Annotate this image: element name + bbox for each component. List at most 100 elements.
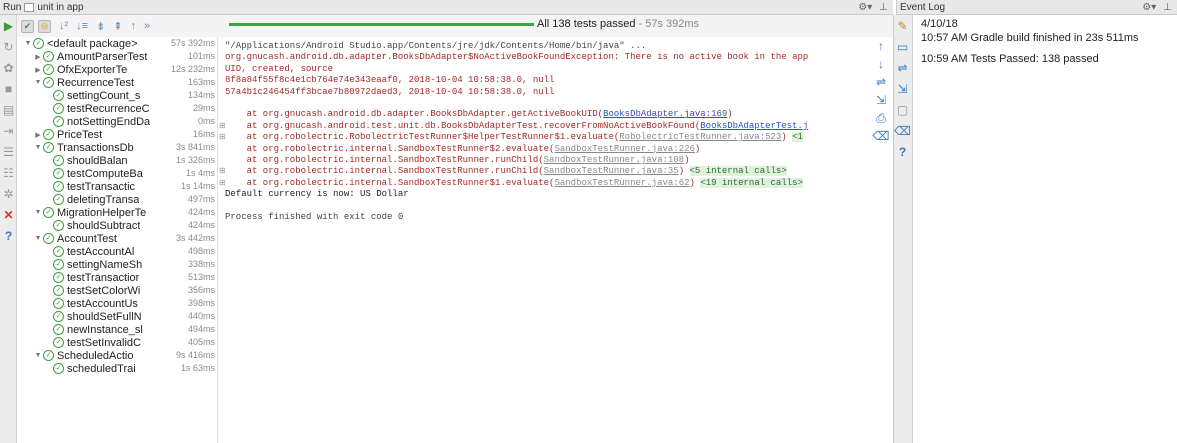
event-settings-icon[interactable]: ⚙▾ xyxy=(1142,2,1156,13)
expand-right-icon[interactable]: ▶ xyxy=(33,53,43,61)
source-link[interactable]: BooksDbAdapter.java:169 xyxy=(603,109,727,119)
test-node[interactable]: ▼ ✓ MigrationHelperTe 424ms xyxy=(17,206,217,219)
close-icon[interactable]: ✕ xyxy=(0,204,17,225)
console-text: at org.gnucash.android.test.unit.db.Book… xyxy=(225,120,701,131)
fold-icon[interactable]: ⊞ xyxy=(219,166,226,175)
test-history-icon[interactable]: ☷ xyxy=(0,162,17,183)
source-link[interactable]: SandboxTestRunner.java:108 xyxy=(544,155,684,165)
test-node[interactable]: ✓ notSettingEndDa 0ms xyxy=(17,115,217,128)
test-node[interactable]: ▼ ✓ ScheduledActio 9s 416ms xyxy=(17,349,217,362)
event-help-icon[interactable]: ? xyxy=(894,141,911,162)
expand-down-icon[interactable]: ▼ xyxy=(33,235,43,242)
show-ignored-toggle[interactable]: ⊖ xyxy=(38,19,51,33)
test-node[interactable]: ▶ ✓ AmountParserTest 101ms xyxy=(17,50,217,63)
source-link[interactable]: SandboxTestRunner.java:226 xyxy=(554,144,694,154)
up-arrow-icon[interactable]: ↑ xyxy=(878,37,884,55)
config-icon xyxy=(24,2,35,12)
hide-panel-icon[interactable]: ⊥ xyxy=(879,2,888,13)
sort-duration-icon[interactable]: ↓≡ xyxy=(76,20,88,32)
trash-icon[interactable]: ⌫ xyxy=(873,127,890,145)
soft-wrap-icon[interactable]: ⇌ xyxy=(876,73,886,91)
event-date: 4/10/18 xyxy=(921,18,958,30)
test-name: shouldBalan xyxy=(67,154,128,167)
test-node[interactable]: ✓ shouldSetFullN 440ms xyxy=(17,310,217,323)
passed-check-icon: ✓ xyxy=(53,363,64,374)
test-duration: 3s 841ms xyxy=(173,142,215,152)
test-node[interactable]: ✓ shouldSubtract 424ms xyxy=(17,219,217,232)
test-node[interactable]: ✓ testAccountAl 498ms xyxy=(17,245,217,258)
fold-icon[interactable]: ⊞ xyxy=(219,132,226,141)
test-node[interactable]: ✓ shouldBalan 1s 326ms xyxy=(17,154,217,167)
more-icon[interactable]: » xyxy=(144,20,150,32)
scroll-icon[interactable]: ⇲ xyxy=(894,78,911,99)
event-hide-icon[interactable]: ⊥ xyxy=(1163,2,1172,13)
gradle-icon[interactable]: ✿ xyxy=(0,57,17,78)
pin-icon[interactable]: ☰ xyxy=(0,141,17,162)
fold-icon[interactable]: ⊞ xyxy=(219,178,226,187)
print-icon[interactable]: ⎙ xyxy=(876,109,886,127)
expand-down-icon[interactable]: ▼ xyxy=(33,79,43,86)
test-node[interactable]: ✓ settingCount_s 134ms xyxy=(17,89,217,102)
test-node[interactable]: ✓ testTransactior 513ms xyxy=(17,271,217,284)
pin-tab-icon[interactable]: ✲ xyxy=(0,183,17,204)
test-node[interactable]: ✓ scheduledTrai 1s 63ms xyxy=(17,362,217,375)
test-node[interactable]: ▼ ✓ TransactionsDb 3s 841ms xyxy=(17,141,217,154)
console-text: 8f8a84f55f8c4e1cb764e74e343eaaf0, 2018-1… xyxy=(225,75,555,86)
passed-check-icon: ✓ xyxy=(53,337,64,348)
expand-down-icon[interactable]: ▼ xyxy=(23,40,33,47)
test-node[interactable]: ✓ testSetColorWi 356ms xyxy=(17,284,217,297)
show-passed-toggle[interactable]: ✔ xyxy=(21,19,34,33)
test-node[interactable]: ▶ ✓ OfxExporterTe 12s 232ms xyxy=(17,63,217,76)
source-link[interactable]: RobolectricTestRunner.java:523 xyxy=(619,132,781,142)
test-duration: 1s 63ms xyxy=(178,363,215,373)
layout-icon[interactable]: ▤ xyxy=(0,99,17,120)
internal-calls[interactable]: <1 xyxy=(792,132,803,143)
previous-icon[interactable]: ↑ xyxy=(131,20,137,32)
scroll-end-icon[interactable]: ⇲ xyxy=(876,91,886,109)
internal-calls[interactable]: <5 internal calls> xyxy=(689,166,787,177)
test-node[interactable]: ✓ deletingTransa 497ms xyxy=(17,193,217,206)
test-node[interactable]: ✓ settingNameSh 338ms xyxy=(17,258,217,271)
test-node[interactable]: ▼ ✓ RecurrenceTest 163ms xyxy=(17,76,217,89)
event-log: 4/10/18 10:57 AM Gradle build finished i… xyxy=(921,17,1177,66)
message-icon[interactable]: ▭ xyxy=(894,36,911,57)
test-node[interactable]: ▼ ✓ <default package> 57s 392ms xyxy=(17,37,217,50)
expand-right-icon[interactable]: ▶ xyxy=(33,66,43,74)
test-node[interactable]: ✓ testRecurrenceC 29ms xyxy=(17,102,217,115)
test-node[interactable]: ✓ testComputeBa 1s 4ms xyxy=(17,167,217,180)
test-node[interactable]: ✓ testAccountUs 398ms xyxy=(17,297,217,310)
stop-icon[interactable]: ■ xyxy=(0,78,17,99)
test-node[interactable]: ✓ testTransactic 1s 14ms xyxy=(17,180,217,193)
test-name: testComputeBa xyxy=(67,167,143,180)
expand-down-icon[interactable]: ▼ xyxy=(33,144,43,151)
sort-alpha-icon[interactable]: ↓² xyxy=(59,20,68,32)
expand-down-icon[interactable]: ▼ xyxy=(33,352,43,359)
console-line: Process finished with exit code 0 xyxy=(225,212,869,223)
clear-icon[interactable]: ⌫ xyxy=(894,120,911,141)
restore-layout-icon[interactable]: ⇥ xyxy=(0,120,17,141)
internal-calls[interactable]: <19 internal calls> xyxy=(700,177,803,188)
source-link[interactable]: BooksDbAdapterTest.j xyxy=(700,121,808,131)
down-arrow-icon[interactable]: ↓ xyxy=(878,55,884,73)
test-node[interactable]: ✓ testSetInvalidC 405ms xyxy=(17,336,217,349)
help-icon[interactable]: ? xyxy=(0,225,17,246)
test-duration: 57s 392ms xyxy=(168,38,215,48)
source-link[interactable]: SandboxTestRunner.java:62 xyxy=(554,178,689,188)
test-duration: 0ms xyxy=(195,116,215,126)
fold-icon[interactable]: ⊞ xyxy=(219,121,226,130)
test-node[interactable]: ▶ ✓ PriceTest 16ms xyxy=(17,128,217,141)
rerun-icon[interactable]: ▶ xyxy=(0,15,17,36)
expand-down-icon[interactable]: ▼ xyxy=(33,209,43,216)
test-node[interactable]: ✓ newInstance_sl 494ms xyxy=(17,323,217,336)
mark-read-icon[interactable]: ▢ xyxy=(894,99,911,120)
expand-right-icon[interactable]: ▶ xyxy=(33,131,43,139)
wrap-icon[interactable]: ⇌ xyxy=(894,57,911,78)
source-link[interactable]: SandboxTestRunner.java:35 xyxy=(544,166,679,176)
test-node[interactable]: ▼ ✓ AccountTest 3s 442ms xyxy=(17,232,217,245)
settings-tool-icon[interactable]: ✎ xyxy=(894,15,911,36)
collapse-all-icon[interactable]: ⇞ xyxy=(113,20,122,33)
test-name: testSetInvalidC xyxy=(67,336,141,349)
settings-icon[interactable]: ⚙▾ xyxy=(858,2,872,13)
expand-all-icon[interactable]: ⇟ xyxy=(96,20,105,33)
rerun-failed-icon[interactable]: ↻ xyxy=(0,36,17,57)
